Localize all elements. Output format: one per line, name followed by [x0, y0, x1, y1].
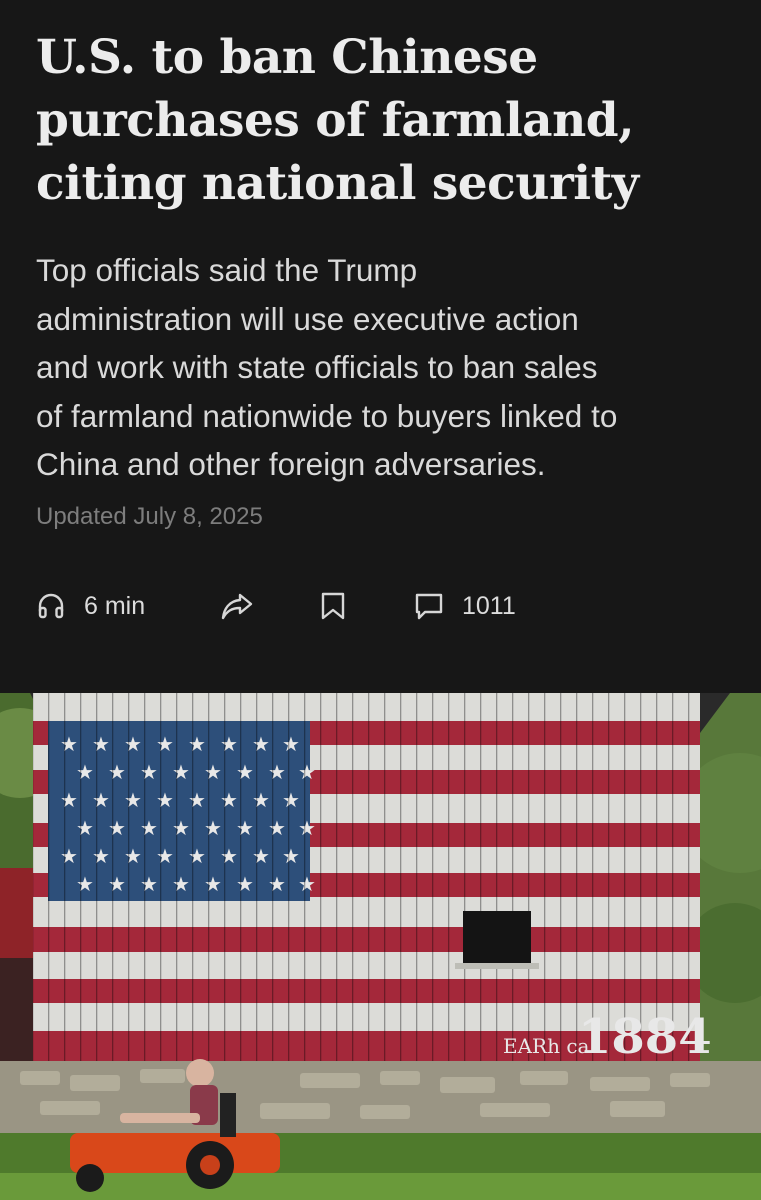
headphones-icon: [36, 591, 66, 621]
listen-button[interactable]: 6 min: [36, 584, 145, 628]
summary-line: Top officials said the Trump: [36, 252, 418, 288]
headline-line: purchases of farmland,: [36, 93, 635, 148]
comment-count: 1011: [462, 591, 516, 620]
barn-year: 1884: [578, 1009, 712, 1065]
article-action-bar: 6 min 1011: [36, 584, 556, 628]
summary-line: administration will use executive action: [36, 300, 579, 337]
barn-inscription: EARh ca: [503, 1034, 590, 1058]
share-arrow-icon: [220, 590, 254, 622]
summary-line: China and other foreign adversaries.: [36, 446, 546, 482]
comment-bubble-icon: [414, 591, 444, 621]
article-photo: ★ ★ ★ ★ ★ ★ ★ ★ EARh ca 1884: [0, 693, 761, 1200]
summary-line: of farmland nationwide to buyers linked …: [36, 397, 618, 434]
headline-line: citing national security: [36, 156, 639, 211]
updated-timestamp: Updated July 8, 2025: [36, 503, 263, 530]
comments-button[interactable]: 1011: [414, 584, 516, 628]
article-header: U.S. to ban Chinese purchases of farmlan…: [0, 0, 761, 693]
headline: U.S. to ban Chinese purchases of farmlan…: [36, 26, 736, 215]
article-summary: Top officials said the Trump administrat…: [36, 246, 741, 489]
headline-line: U.S. to ban Chinese: [36, 30, 538, 85]
listen-duration: 6 min: [84, 591, 146, 620]
share-button[interactable]: [220, 584, 254, 628]
bookmark-icon: [320, 591, 346, 621]
save-bookmark-button[interactable]: [320, 584, 346, 628]
summary-line: and work with state officials to ban sal…: [36, 349, 598, 385]
